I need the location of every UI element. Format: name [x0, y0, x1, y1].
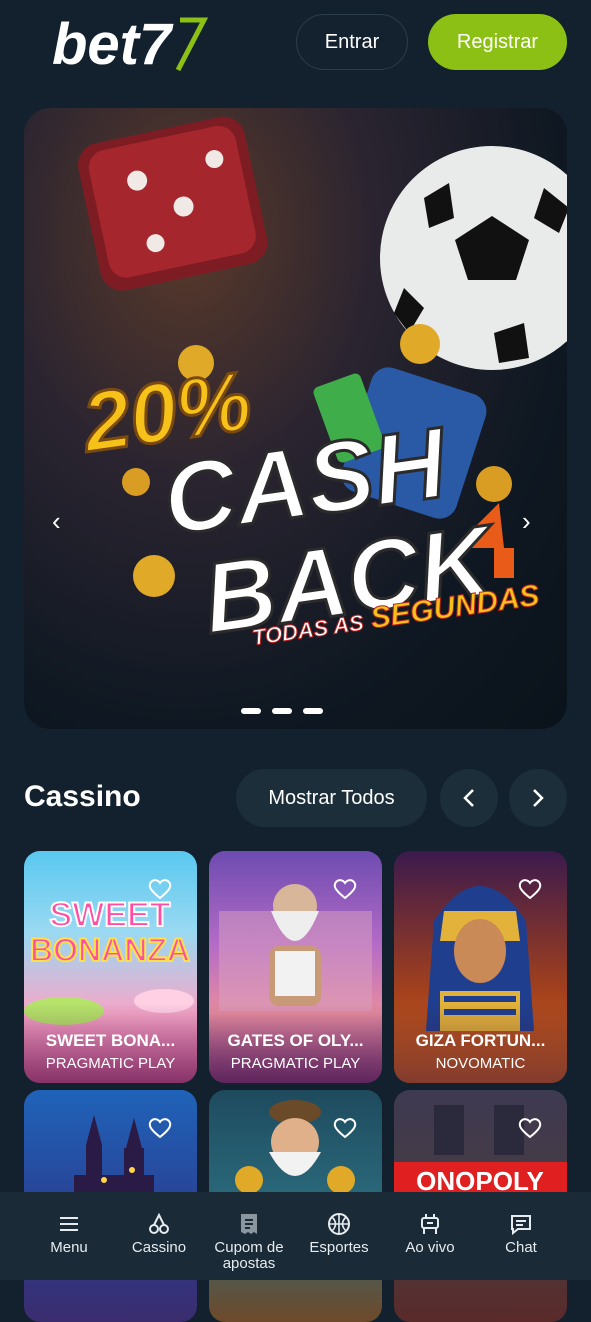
svg-text:BONANZA: BONANZA [30, 932, 190, 968]
basketball-icon [328, 1213, 350, 1235]
nav-casino[interactable]: Cassino [114, 1192, 204, 1280]
game-card[interactable]: GATES OF OLY... PRAGMATIC PLAY [209, 851, 382, 1083]
favorite-heart-icon[interactable] [147, 877, 173, 901]
favorite-heart-icon[interactable] [517, 877, 543, 901]
bottom-navigation: Menu Cassino Cupom de apostas Esportes A… [0, 1192, 591, 1280]
nav-label: Cupom de apostas [214, 1239, 284, 1272]
nav-chat[interactable]: Chat [476, 1192, 566, 1280]
promo-banner[interactable]: 20% CASH BACK TODAS AS SEGUNDAS ‹ › [24, 108, 567, 729]
chat-icon [511, 1215, 531, 1236]
favorite-heart-icon[interactable] [517, 1116, 543, 1140]
register-button[interactable]: Registrar [428, 14, 567, 70]
nav-live[interactable]: Ao vivo [385, 1192, 475, 1280]
show-all-button[interactable]: Mostrar Todos [236, 769, 427, 827]
banner-prev-arrow[interactable]: ‹ [52, 506, 61, 537]
favorite-heart-icon[interactable] [332, 1116, 358, 1140]
game-provider: PRAGMATIC PLAY [230, 1055, 361, 1072]
favorite-heart-icon[interactable] [147, 1116, 173, 1140]
game-provider: PRAGMATIC PLAY [45, 1055, 176, 1072]
casino-prev-button[interactable] [440, 769, 498, 827]
favorite-heart-icon[interactable] [332, 877, 358, 901]
nav-betslip[interactable]: Cupom de apostas [204, 1192, 294, 1280]
nav-label: Cassino [131, 1239, 187, 1256]
nav-menu[interactable]: Menu [24, 1192, 114, 1280]
login-button[interactable]: Entrar [296, 14, 408, 70]
svg-text:SWEET: SWEET [50, 896, 171, 934]
nav-label: Esportes [309, 1239, 369, 1256]
chevron-left-icon [463, 789, 474, 807]
casino-section-title: Cassino [24, 780, 141, 813]
casino-next-button[interactable] [509, 769, 567, 827]
game-title: GIZA FORTUN... [415, 1031, 546, 1050]
betslip-icon [241, 1214, 257, 1234]
chevron-right-icon [533, 789, 544, 807]
game-card[interactable]: GIZA FORTUN... NOVOMATIC [394, 851, 567, 1083]
carousel-dots [241, 708, 323, 714]
nav-label: Ao vivo [405, 1239, 455, 1256]
nav-sports[interactable]: Esportes [294, 1192, 384, 1280]
game-card[interactable]: SWEET BONANZA SWEET BONA... PRAGMATIC PL… [24, 851, 197, 1083]
nav-label: Menu [50, 1239, 88, 1256]
nav-label: Chat [505, 1239, 537, 1256]
top-header: bet7 Entrar Registrar [0, 0, 591, 86]
game-title: GATES OF OLY... [227, 1031, 364, 1050]
carousel-dot[interactable] [241, 708, 261, 714]
live-icon [421, 1214, 439, 1234]
game-title: SWEET BONA... [45, 1031, 176, 1050]
game-provider: NOVOMATIC [435, 1055, 526, 1072]
svg-text:bet7: bet7 [52, 12, 174, 76]
bet7-logo[interactable]: bet7 [52, 10, 212, 77]
cashback-artwork: 20% CASH BACK TODAS AS SEGUNDAS [74, 116, 567, 657]
banner-next-arrow[interactable]: › [522, 506, 531, 537]
carousel-dot[interactable] [303, 708, 323, 714]
carousel-dot[interactable] [272, 708, 292, 714]
menu-icon [60, 1217, 78, 1231]
cherries-icon [149, 1212, 169, 1234]
